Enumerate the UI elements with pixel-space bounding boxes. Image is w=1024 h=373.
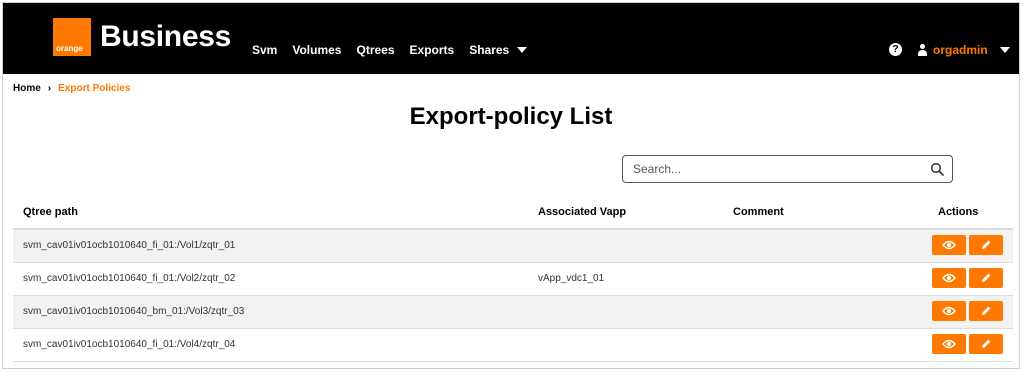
eye-icon [942, 306, 956, 316]
edit-button[interactable] [969, 301, 1003, 321]
search-icon[interactable] [930, 162, 944, 176]
breadcrumb-current: Export Policies [58, 83, 131, 94]
edit-button[interactable] [969, 334, 1003, 354]
app-window: orange Business Svm Volumes Qtrees Expor… [2, 2, 1020, 369]
nav-shares[interactable]: Shares [469, 43, 528, 57]
breadcrumb-home[interactable]: Home [13, 83, 41, 94]
brand-title: Business [100, 20, 231, 53]
pencil-icon [982, 273, 991, 282]
nav-volumes[interactable]: Volumes [292, 43, 341, 57]
row-actions [932, 235, 1003, 255]
user-name: orgadmin [933, 43, 988, 57]
orange-logo[interactable]: orange [53, 18, 91, 56]
edit-button[interactable] [969, 268, 1003, 288]
view-button[interactable] [932, 301, 966, 321]
column-header-comment: Comment [733, 206, 784, 218]
row-actions [932, 334, 1003, 354]
main-nav: Svm Volumes Qtrees Exports Shares [252, 43, 542, 57]
pencil-icon [982, 240, 991, 249]
qtree-path-cell: svm_cav01iv01ocb1010640_fi_01:/Vol2/zqtr… [23, 273, 236, 284]
user-icon [917, 44, 927, 56]
row-actions [932, 268, 1003, 288]
eye-icon [942, 240, 956, 250]
edit-button[interactable] [969, 235, 1003, 255]
eye-icon [942, 339, 956, 349]
table-row: svm_cav01iv01ocb1010640_bm_01:/Vol3/zqtr… [13, 296, 1013, 329]
help-icon[interactable]: ? [889, 43, 902, 56]
search-box [622, 155, 953, 183]
search-input[interactable] [631, 161, 930, 177]
row-actions [932, 301, 1003, 321]
table-row: svm_cav01iv01ocb1010640_fi_01:/Vol4/zqtr… [13, 329, 1013, 362]
view-button[interactable] [932, 334, 966, 354]
qtree-path-cell: svm_cav01iv01ocb1010640_fi_01:/Vol1/zqtr… [23, 240, 236, 251]
logo-text: orange [56, 44, 83, 53]
column-header-associated-vapp: Associated Vapp [538, 206, 627, 218]
table-header: Qtree path Associated Vapp Comment Actio… [13, 198, 1013, 230]
eye-icon [942, 273, 956, 283]
pencil-icon [982, 306, 991, 315]
view-button[interactable] [932, 268, 966, 288]
table-row: svm_cav01iv01ocb1010640_fi_01:/Vol2/zqtr… [13, 263, 1013, 296]
top-navbar: orange Business Svm Volumes Qtrees Expor… [3, 3, 1019, 74]
column-header-actions: Actions [938, 206, 979, 218]
breadcrumb: Home › Export Policies [13, 83, 130, 94]
nav-exports[interactable]: Exports [410, 43, 455, 57]
qtree-path-cell: svm_cav01iv01ocb1010640_bm_01:/Vol3/zqtr… [23, 306, 245, 317]
nav-qtrees[interactable]: Qtrees [356, 43, 394, 57]
chevron-right-icon: › [47, 83, 52, 94]
table-row: svm_cav01iv01ocb1010640_fi_01:/Vol1/zqtr… [13, 230, 1013, 263]
chevron-down-icon [999, 47, 1010, 53]
qtree-path-cell: svm_cav01iv01ocb1010640_fi_01:/Vol4/zqtr… [23, 339, 236, 350]
pencil-icon [982, 339, 991, 348]
view-button[interactable] [932, 235, 966, 255]
column-header-qtree-path: Qtree path [23, 206, 79, 218]
user-menu[interactable]: orgadmin [917, 43, 1010, 57]
page-title: Export-policy List [409, 103, 613, 130]
nav-shares-label: Shares [469, 43, 510, 57]
vapp-cell: vApp_vdc1_01 [538, 273, 605, 284]
nav-svm[interactable]: Svm [252, 43, 277, 57]
export-policy-table: Qtree path Associated Vapp Comment Actio… [13, 198, 1013, 362]
chevron-down-icon [517, 47, 528, 53]
